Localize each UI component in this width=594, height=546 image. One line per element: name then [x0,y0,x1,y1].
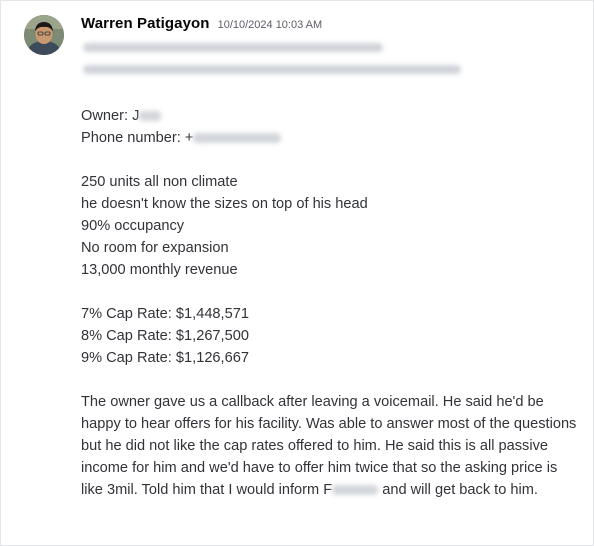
owner-line: Owner: J [81,105,577,127]
phone-redaction [193,133,282,144]
phone-label: Phone number: [81,130,181,146]
name-redaction [332,485,379,496]
message-header: Warren Patigayon 10/10/2024 10:03 AM [81,15,322,37]
facility-detail: No room for expansion [81,240,229,256]
facility-detail: 13,000 monthly revenue [81,262,238,278]
chat-message-panel: Warren Patigayon 10/10/2024 10:03 AM Own… [0,0,594,546]
owner-label: Owner: [81,108,129,124]
avatar-photo-icon [24,15,64,55]
cap-rate-line: 9% Cap Rate: $1,126,667 [81,350,249,366]
call-notes-paragraph: The owner gave us a callback after leavi… [81,391,577,501]
message-timestamp: 10/10/2024 10:03 AM [217,19,323,31]
owner-value: J [132,108,140,124]
facility-detail: 90% occupancy [81,218,185,234]
redacted-address-line-1 [83,43,383,52]
user-avatar[interactable] [24,15,64,55]
facility-detail: 250 units all non climate [81,174,238,190]
call-notes-ending: and will get back to him. [382,482,538,498]
phone-value: + [184,130,194,146]
author-name[interactable]: Warren Patigayon [81,15,210,32]
redacted-address-line-2 [83,65,461,74]
cap-rate-line: 8% Cap Rate: $1,267,500 [81,328,249,344]
phone-line: Phone number: + [81,127,577,149]
owner-redaction [139,111,162,122]
message-body: Owner: J Phone number: + 250 units all n… [81,105,577,501]
cap-rate-line: 7% Cap Rate: $1,448,571 [81,306,249,322]
facility-detail: he doesn't know the sizes on top of his … [81,196,368,212]
